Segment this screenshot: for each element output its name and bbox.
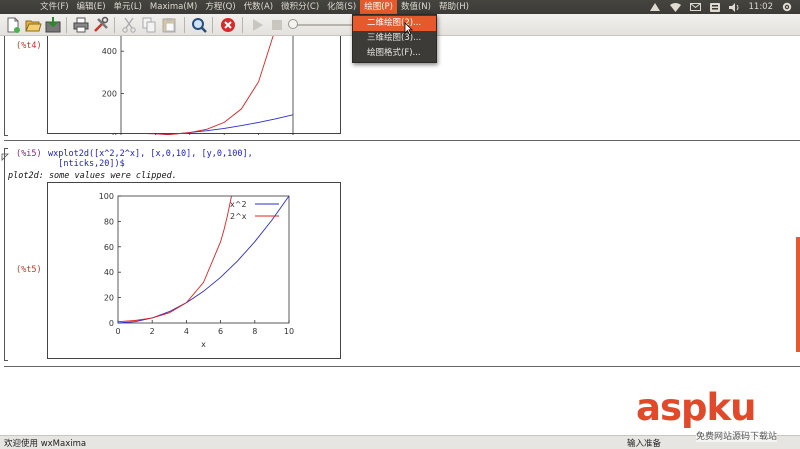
legend-label-1: 2^x — [230, 212, 247, 221]
ubuntu-logo-icon[interactable] — [649, 2, 661, 12]
watermark-text: aspku — [636, 386, 756, 429]
copy-icon[interactable] — [140, 16, 158, 34]
menu-10[interactable]: 帮助(H) — [435, 0, 473, 14]
menubar: 文件(F) 编辑(E) 单元(L) Maxima(M) 方程(Q) 代数(A) 微积分(C)… — [0, 0, 800, 14]
cut-icon[interactable] — [120, 16, 138, 34]
x-tick-label: 4 — [184, 327, 189, 336]
paste-icon[interactable] — [160, 16, 178, 34]
plot-t5: 0 2 4 6 8 10 0 20 40 60 80 100 x x^2 2^x — [47, 182, 341, 359]
menu-1[interactable]: 编辑(E) — [73, 0, 110, 14]
worksheet[interactable]: (%t4) 2468100200400x (%i5) wxplot2d([x^2… — [0, 36, 800, 435]
plot-frame — [117, 195, 290, 324]
menu-items: 文件(F) 编辑(E) 单元(L) Maxima(M) 方程(Q) 代数(A) 微积分(C)… — [36, 0, 473, 14]
mouse-cursor-icon — [404, 20, 413, 39]
menu-9[interactable]: 数值(N) — [397, 0, 435, 14]
menu-5[interactable]: 代数(A) — [240, 0, 277, 14]
input-line-2[interactable]: [nticks,20])$ — [48, 159, 125, 169]
series-line-0 — [121, 114, 293, 136]
y-tick-label: 20 — [104, 294, 114, 303]
mail-icon[interactable] — [689, 3, 701, 11]
stop-icon[interactable] — [268, 16, 286, 34]
series-line-1 — [118, 196, 232, 323]
toolbar-separator — [212, 17, 213, 33]
status-bar: 欢迎使用 wxMaxima 输入准备 — [0, 435, 800, 449]
cell-fold-icon[interactable] — [1, 146, 9, 165]
chart-t4-svg: 2468100200400x — [102, 36, 298, 162]
series-line-0 — [118, 196, 289, 323]
y-tick-label: 40 — [104, 268, 114, 277]
toolbar-separator — [114, 17, 115, 33]
toolbar-separator — [184, 17, 185, 33]
new-icon[interactable] — [4, 16, 22, 34]
gear-icon[interactable] — [782, 2, 792, 12]
menu-2[interactable]: 单元(L) — [110, 0, 146, 14]
x-tick-label: 10 — [284, 327, 294, 336]
y-tick-label: 200 — [102, 90, 117, 99]
menu-3[interactable]: Maxima(M) — [146, 0, 201, 14]
chart-t5-svg: 0 2 4 6 8 10020406080100xx^22^x — [99, 192, 294, 349]
watermark-tagline: 免费网站源码下载站 — [696, 429, 778, 442]
play-icon[interactable] — [248, 16, 266, 34]
legend-label-0: x^2 — [230, 200, 247, 209]
input-label-i5: (%i5) — [16, 149, 42, 159]
output-label-t4: (%t4) — [16, 41, 42, 51]
find-icon[interactable] — [190, 16, 208, 34]
print-icon[interactable] — [72, 16, 90, 34]
x-axis-label: x — [201, 340, 206, 349]
y-tick-label: 0 — [112, 132, 117, 135]
clock[interactable]: 11:02 — [749, 2, 774, 12]
menu-item-plot2d[interactable]: 二维绘图(2)... — [353, 16, 436, 31]
warning-text: plot2d: some values were clipped. — [8, 171, 177, 181]
menu-6[interactable]: 微积分(C) — [277, 0, 323, 14]
y-tick-label: 60 — [104, 243, 114, 252]
menu-item-plot-format[interactable]: 绘图格式(F)... — [353, 46, 436, 61]
menu-0[interactable]: 文件(F) — [36, 0, 73, 14]
wifi-icon[interactable] — [669, 2, 681, 12]
toolbar-separator — [66, 17, 67, 33]
y-tick-label: 0 — [109, 319, 114, 328]
x-tick-label: 0 — [115, 327, 120, 336]
volume-icon[interactable] — [728, 2, 740, 12]
cell-bracket[interactable] — [4, 36, 8, 136]
menu-4[interactable]: 方程(Q) — [201, 0, 239, 14]
cell-divider — [4, 140, 800, 141]
x-tick-label: 2 — [150, 327, 155, 336]
menu-7[interactable]: 化简(S) — [323, 0, 360, 14]
input-line-1[interactable]: wxplot2d([x^2,2^x], [x,0,10], [y,0,100], — [48, 149, 253, 159]
plot-menu-dropdown: 二维绘图(2)... 三维绘图(3)... 绘图格式(F)... — [352, 14, 437, 63]
cell-divider — [4, 366, 800, 367]
scroll-indicator[interactable] — [796, 237, 800, 352]
menu-8[interactable]: 绘图(P) — [360, 0, 397, 14]
animation-slider-knob[interactable] — [288, 19, 298, 29]
toolbar-separator — [242, 17, 243, 33]
keyboard-icon[interactable] — [709, 2, 720, 12]
animation-slider-track[interactable] — [292, 24, 354, 26]
watermark-logo: aspku 免费网站源码下载站 — [636, 386, 778, 442]
x-tick-label: 8 — [252, 327, 257, 336]
y-tick-label: 400 — [102, 47, 117, 56]
y-tick-label: 100 — [99, 192, 114, 201]
system-tray: 11:02 — [649, 0, 800, 14]
config-icon[interactable] — [92, 16, 110, 34]
y-tick-label: 80 — [104, 217, 114, 226]
interrupt-icon[interactable] — [219, 16, 237, 34]
menu-item-plot3d[interactable]: 三维绘图(3)... — [353, 31, 436, 46]
output-label-t5: (%t5) — [16, 265, 42, 275]
status-left: 欢迎使用 wxMaxima — [4, 439, 87, 449]
x-tick-label: 6 — [218, 327, 223, 336]
status-right: 输入准备 — [627, 439, 662, 449]
plot-t4: 2468100200400x — [47, 36, 341, 162]
wxmaxima-window: 文件(F) 编辑(E) 单元(L) Maxima(M) 方程(Q) 代数(A) 微积分(C)… — [0, 0, 800, 449]
open-icon[interactable] — [24, 16, 42, 34]
save-icon[interactable] — [44, 16, 62, 34]
